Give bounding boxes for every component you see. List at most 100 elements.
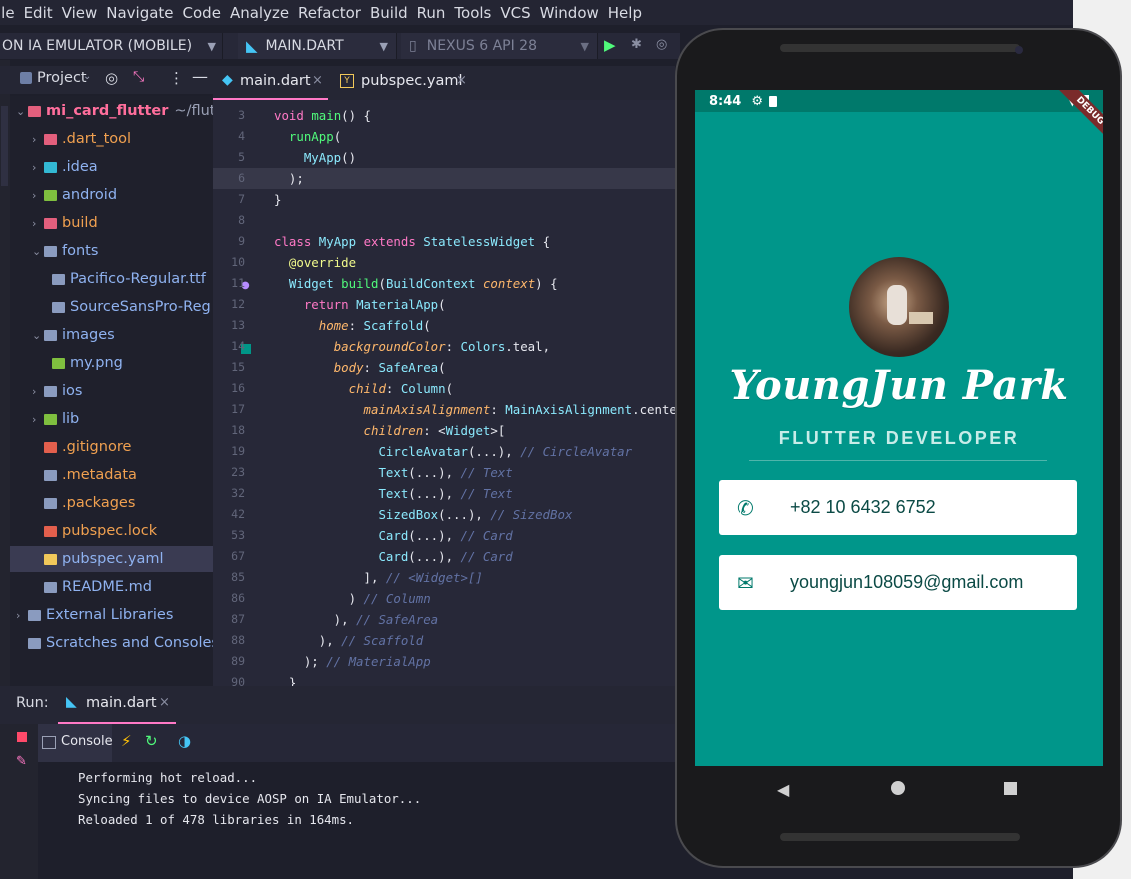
console-output[interactable]: Performing hot reload... Syncing files t… <box>38 762 675 879</box>
menu-run[interactable]: Run <box>417 4 446 22</box>
run-tab-main-dart[interactable]: ◣ main.dart × <box>58 686 176 724</box>
run-icon[interactable]: ▶ <box>604 36 616 54</box>
chevron-right-icon[interactable]: › <box>32 133 44 146</box>
tree-item[interactable]: .metadata <box>32 462 137 488</box>
menu-view[interactable]: View <box>62 4 98 22</box>
tree-item[interactable]: › External Libraries <box>16 602 173 628</box>
code-line[interactable]: 14 backgroundColor: Colors.teal, <box>213 336 675 357</box>
chevron-right-icon[interactable]: › <box>32 413 44 426</box>
tree-item[interactable]: Pacifico-Regular.ttf <box>52 266 206 292</box>
chevron-down-icon[interactable]: ⌄ <box>32 245 44 258</box>
tab-pubspec-yaml[interactable]: Y pubspec.yaml × <box>328 66 473 100</box>
tree-item[interactable]: › .dart_tool <box>32 126 131 152</box>
code-line[interactable]: 42 SizedBox(...), // SizedBox <box>213 504 675 525</box>
phone-card[interactable]: ✆ +82 10 6432 6752 <box>719 480 1077 535</box>
code-line[interactable]: 9 class MyApp extends StatelessWidget { <box>213 231 675 252</box>
hide-panel-icon[interactable]: — <box>192 67 208 86</box>
close-icon[interactable]: × <box>159 695 170 710</box>
run-config-select[interactable]: ◣ MAIN.DART ▼ <box>238 33 397 59</box>
tree-item[interactable]: ⌄ fonts <box>32 238 98 264</box>
code-line[interactable]: 15 body: SafeArea( <box>213 357 675 378</box>
code-editor[interactable]: ● 3 void main() {4 runApp(5 MyApp() 6 ); 7}… <box>213 100 675 686</box>
project-tool-tab[interactable] <box>1 106 8 186</box>
menu-analyze[interactable]: Analyze <box>230 4 289 22</box>
menu-tools[interactable]: Tools <box>454 4 491 22</box>
code-line[interactable]: 13 home: Scaffold( <box>213 315 675 336</box>
code-line[interactable]: 5 MyApp() <box>213 147 675 168</box>
tree-item[interactable]: SourceSansPro-Reg <box>52 294 211 320</box>
tree-item[interactable]: › android <box>32 182 117 208</box>
chevron-right-icon[interactable]: › <box>32 385 44 398</box>
tree-item[interactable]: › lib <box>32 406 79 432</box>
email-card[interactable]: ✉ youngjun108059@gmail.com <box>719 555 1077 610</box>
code-line[interactable]: 6 ); <box>213 168 675 189</box>
code-line[interactable]: 11 Widget build(BuildContext context) { <box>213 273 675 294</box>
code-line[interactable]: 12 return MaterialApp( <box>213 294 675 315</box>
code-line[interactable]: 3 void main() { <box>213 105 675 126</box>
menu-file[interactable]: ile <box>0 4 15 22</box>
tree-item[interactable]: .packages <box>32 490 135 516</box>
chevron-right-icon[interactable]: › <box>32 161 44 174</box>
tree-item[interactable]: pubspec.lock <box>32 518 157 544</box>
tab-main-dart[interactable]: ◆ main.dart × <box>213 66 328 100</box>
menu-refactor[interactable]: Refactor <box>298 4 361 22</box>
hot-reload-icon[interactable]: ⚡ <box>121 732 132 750</box>
menu-code[interactable]: Code <box>183 4 221 22</box>
code-line[interactable]: 87 ), // SafeArea <box>213 609 675 630</box>
device-select[interactable]: ▯ NEXUS 6 API 28 ▼ <box>401 33 598 59</box>
collapse-icon[interactable]: ⤡ <box>133 69 144 85</box>
code-line[interactable]: 8 <box>213 210 675 231</box>
chevron-down-icon[interactable]: ⌄ <box>83 71 91 82</box>
menu-edit[interactable]: Edit <box>24 4 53 22</box>
pin-icon[interactable]: ✎ <box>16 754 27 769</box>
locate-icon[interactable]: ◎ <box>105 69 118 87</box>
hot-restart-icon[interactable]: ↻ <box>145 732 158 750</box>
code-line[interactable]: 10 @override <box>213 252 675 273</box>
tree-item[interactable]: pubspec.yaml <box>10 546 242 572</box>
tree-item[interactable]: › .idea <box>32 154 98 180</box>
attach-icon[interactable]: ◎ <box>656 37 667 52</box>
tree-item[interactable]: my.png <box>52 350 123 376</box>
back-icon[interactable]: ◀ <box>777 780 789 799</box>
home-icon[interactable] <box>891 781 905 795</box>
project-view-label[interactable]: Project <box>37 70 87 86</box>
chevron-right-icon[interactable]: › <box>16 609 28 622</box>
close-icon[interactable]: × <box>456 73 467 88</box>
tree-item[interactable]: ⌄ images <box>32 322 115 348</box>
tree-item[interactable]: README.md <box>32 574 152 600</box>
chevron-down-icon[interactable]: ⌄ <box>32 329 44 342</box>
tab-console[interactable]: Console <box>38 724 113 762</box>
code-line[interactable]: 85 ], // <Widget>[] <box>213 567 675 588</box>
code-line[interactable]: 23 Text(...), // Text <box>213 462 675 483</box>
stop-icon[interactable] <box>17 732 27 742</box>
menu-vcs[interactable]: VCS <box>500 4 530 22</box>
menu-navigate[interactable]: Navigate <box>106 4 173 22</box>
code-line[interactable]: 16 child: Column( <box>213 378 675 399</box>
debug-icon[interactable]: ✱ <box>631 37 642 52</box>
code-line[interactable]: 89 ); // MaterialApp <box>213 651 675 672</box>
code-line[interactable]: 32 Text(...), // Text <box>213 483 675 504</box>
device-target-select[interactable]: ON IA EMULATOR (MOBILE) ▼ <box>0 33 223 59</box>
chevron-right-icon[interactable]: › <box>32 189 44 202</box>
chevron-right-icon[interactable]: › <box>32 217 44 230</box>
code-line[interactable]: 4 runApp( <box>213 126 675 147</box>
devtools-icon[interactable]: ◑ <box>178 732 191 750</box>
code-line[interactable]: 90 } <box>213 672 675 686</box>
phone-screen[interactable]: 8:44 ⚙ ▼ DEBUG YoungJun Park FLUTTER DEV… <box>695 90 1103 766</box>
code-line[interactable]: 19 CircleAvatar(...), // CircleAvatar <box>213 441 675 462</box>
tree-item[interactable]: .gitignore <box>32 434 131 460</box>
code-line[interactable]: 18 children: <Widget>[ <box>213 420 675 441</box>
tree-root[interactable]: ⌄ mi_card_flutter ~/flutter/ <box>16 98 241 124</box>
menu-help[interactable]: Help <box>608 4 642 22</box>
code-line[interactable]: 7} <box>213 189 675 210</box>
menu-build[interactable]: Build <box>370 4 408 22</box>
code-line[interactable]: 86 ) // Column <box>213 588 675 609</box>
tree-item[interactable]: › ios <box>32 378 82 404</box>
menu-window[interactable]: Window <box>540 4 599 22</box>
more-options-icon[interactable]: ⋮ <box>169 69 184 87</box>
code-line[interactable]: 67 Card(...), // Card <box>213 546 675 567</box>
close-icon[interactable]: × <box>312 73 323 88</box>
tree-item[interactable]: › build <box>32 210 98 236</box>
code-line[interactable]: 88 ), // Scaffold <box>213 630 675 651</box>
recents-icon[interactable] <box>1004 782 1017 795</box>
